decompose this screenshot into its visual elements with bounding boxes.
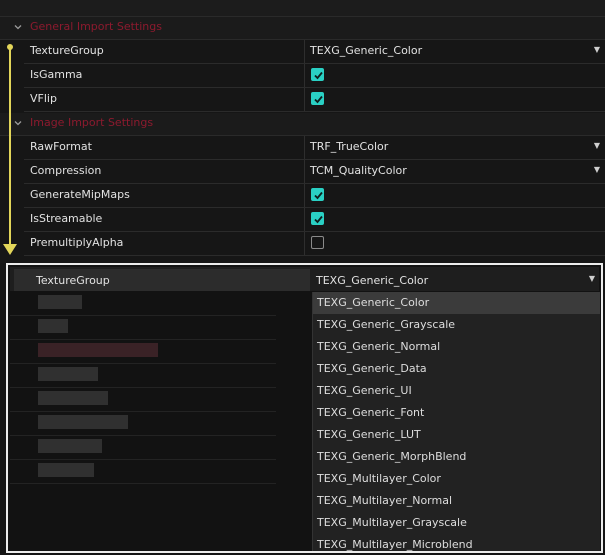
option-label: TEXG_Multilayer_Color — [317, 472, 441, 485]
property-label: VFlip — [30, 92, 57, 105]
dropdown-option[interactable]: TEXG_Generic_Font — [313, 402, 600, 424]
chevron-down-icon[interactable] — [12, 117, 24, 129]
property-label: TextureGroup — [30, 44, 104, 57]
dropdown-arrow-icon[interactable]: ▼ — [589, 274, 595, 283]
pixelated-text-block — [38, 415, 128, 429]
property-label: PremultiplyAlpha — [30, 236, 124, 249]
section-image-import-settings[interactable]: Image Import Settings — [0, 113, 605, 136]
option-label: TEXG_Generic_Normal — [317, 340, 441, 353]
property-row-compression: Compression TCM_QualityColor ▼ — [24, 160, 605, 184]
zoomed-dropdown-inset: TextureGroup TEXG_Generic_Color ▼ TEXG_G… — [6, 263, 603, 553]
row-divider — [10, 387, 276, 388]
row-divider — [10, 459, 276, 460]
rawformat-dropdown[interactable]: TRF_TrueColor ▼ — [304, 136, 605, 159]
property-value-cell — [304, 208, 605, 231]
top-bar — [0, 0, 605, 17]
property-label: RawFormat — [30, 140, 92, 153]
pixelated-text-block — [38, 439, 102, 453]
section-title: Image Import Settings — [30, 116, 154, 129]
zoomed-property-label-cell: TextureGroup — [14, 269, 310, 291]
dropdown-option[interactable]: TEXG_Generic_Color — [313, 292, 600, 314]
property-row-isgamma: IsGamma — [24, 64, 605, 88]
zoomed-dropdown-value: TEXG_Generic_Color — [316, 274, 429, 287]
guide-arrow-head-icon — [3, 244, 17, 255]
option-label: TEXG_Multilayer_Normal — [317, 494, 453, 507]
pixelated-text-block — [38, 367, 98, 381]
dropdown-value: TEXG_Generic_Color — [310, 44, 423, 57]
premultiplyalpha-checkbox[interactable] — [311, 236, 324, 249]
vflip-checkbox[interactable] — [311, 92, 324, 105]
property-value-cell — [304, 88, 605, 111]
property-label: IsGamma — [30, 68, 83, 81]
dropdown-option[interactable]: TEXG_Multilayer_Grayscale — [313, 512, 600, 534]
row-divider — [10, 363, 276, 364]
dropdown-option[interactable]: TEXG_Multilayer_Normal — [313, 490, 600, 512]
row-divider — [10, 339, 276, 340]
dropdown-option[interactable]: TEXG_Generic_Normal — [313, 336, 600, 358]
property-label: Compression — [30, 164, 102, 177]
isgamma-checkbox[interactable] — [311, 68, 324, 81]
section-general-import-settings[interactable]: General Import Settings — [0, 17, 605, 40]
zoomed-texturegroup-dropdown[interactable]: TEXG_Generic_Color ▼ — [312, 269, 599, 291]
dropdown-arrow-icon[interactable]: ▼ — [594, 165, 600, 174]
dropdown-arrow-icon[interactable]: ▼ — [594, 45, 600, 54]
option-label: TEXG_Generic_Color — [317, 296, 430, 309]
checkmark-icon — [314, 191, 323, 200]
option-label: TEXG_Generic_Font — [317, 406, 425, 419]
guide-arrow-line — [9, 46, 11, 246]
dropdown-option[interactable]: TEXG_Generic_Grayscale — [313, 314, 600, 336]
property-row-generatemipmaps: GenerateMipMaps — [24, 184, 605, 208]
texturegroup-options-list: TEXG_Generic_Color TEXG_Generic_Grayscal… — [312, 292, 600, 551]
checkmark-icon — [314, 71, 323, 80]
dropdown-option[interactable]: TEXG_Multilayer_Microblend — [313, 534, 600, 551]
property-row-texturegroup: TextureGroup TEXG_Generic_Color ▼ — [24, 40, 605, 64]
chevron-down-icon[interactable] — [12, 21, 24, 33]
pixelated-text-block — [38, 463, 94, 477]
property-value-cell — [304, 64, 605, 87]
section-title: General Import Settings — [30, 20, 162, 33]
property-row-rawformat: RawFormat TRF_TrueColor ▼ — [24, 136, 605, 160]
dropdown-value: TCM_QualityColor — [310, 164, 407, 177]
property-label: GenerateMipMaps — [30, 188, 130, 201]
option-label: TEXG_Generic_LUT — [317, 428, 421, 441]
dropdown-option[interactable]: TEXG_Generic_UI — [313, 380, 600, 402]
pixelated-text-block — [38, 319, 68, 333]
option-label: TEXG_Generic_Grayscale — [317, 318, 456, 331]
checkmark-icon — [314, 95, 323, 104]
property-label: IsStreamable — [30, 212, 103, 225]
option-label: TEXG_Multilayer_Grayscale — [317, 516, 467, 529]
row-divider — [10, 483, 276, 484]
zoomed-property-label: TextureGroup — [36, 274, 110, 287]
dropdown-value: TRF_TrueColor — [310, 140, 389, 153]
property-row-vflip: VFlip — [24, 88, 605, 112]
dropdown-option[interactable]: TEXG_Generic_MorphBlend — [313, 446, 600, 468]
row-divider — [10, 411, 276, 412]
generatemipmaps-checkbox[interactable] — [311, 188, 324, 201]
zoomed-texturegroup-row: TextureGroup TEXG_Generic_Color ▼ — [10, 267, 599, 291]
dropdown-option[interactable]: TEXG_Multilayer_Color — [313, 468, 600, 490]
option-label: TEXG_Generic_MorphBlend — [317, 450, 467, 463]
pixelated-text-block — [38, 343, 158, 357]
blurred-property-rows — [10, 293, 276, 503]
pixelated-text-block — [38, 391, 108, 405]
row-divider — [10, 315, 276, 316]
isstreamable-checkbox[interactable] — [311, 212, 324, 225]
option-label: TEXG_Multilayer_Microblend — [317, 538, 473, 551]
option-label: TEXG_Generic_Data — [317, 362, 427, 375]
dropdown-option[interactable]: TEXG_Generic_Data — [313, 358, 600, 380]
compression-dropdown[interactable]: TCM_QualityColor ▼ — [304, 160, 605, 183]
property-row-premultiplyalpha: PremultiplyAlpha — [24, 232, 605, 256]
pixelated-text-block — [38, 295, 82, 309]
dropdown-arrow-icon[interactable]: ▼ — [594, 141, 600, 150]
checkmark-icon — [314, 215, 323, 224]
property-row-isstreamable: IsStreamable — [24, 208, 605, 232]
property-value-cell — [304, 232, 605, 255]
texturegroup-dropdown[interactable]: TEXG_Generic_Color ▼ — [304, 40, 605, 63]
option-label: TEXG_Generic_UI — [317, 384, 412, 397]
property-value-cell — [304, 184, 605, 207]
properties-panel: General Import Settings TextureGroup TEX… — [0, 17, 605, 263]
row-divider — [10, 435, 276, 436]
dropdown-option[interactable]: TEXG_Generic_LUT — [313, 424, 600, 446]
